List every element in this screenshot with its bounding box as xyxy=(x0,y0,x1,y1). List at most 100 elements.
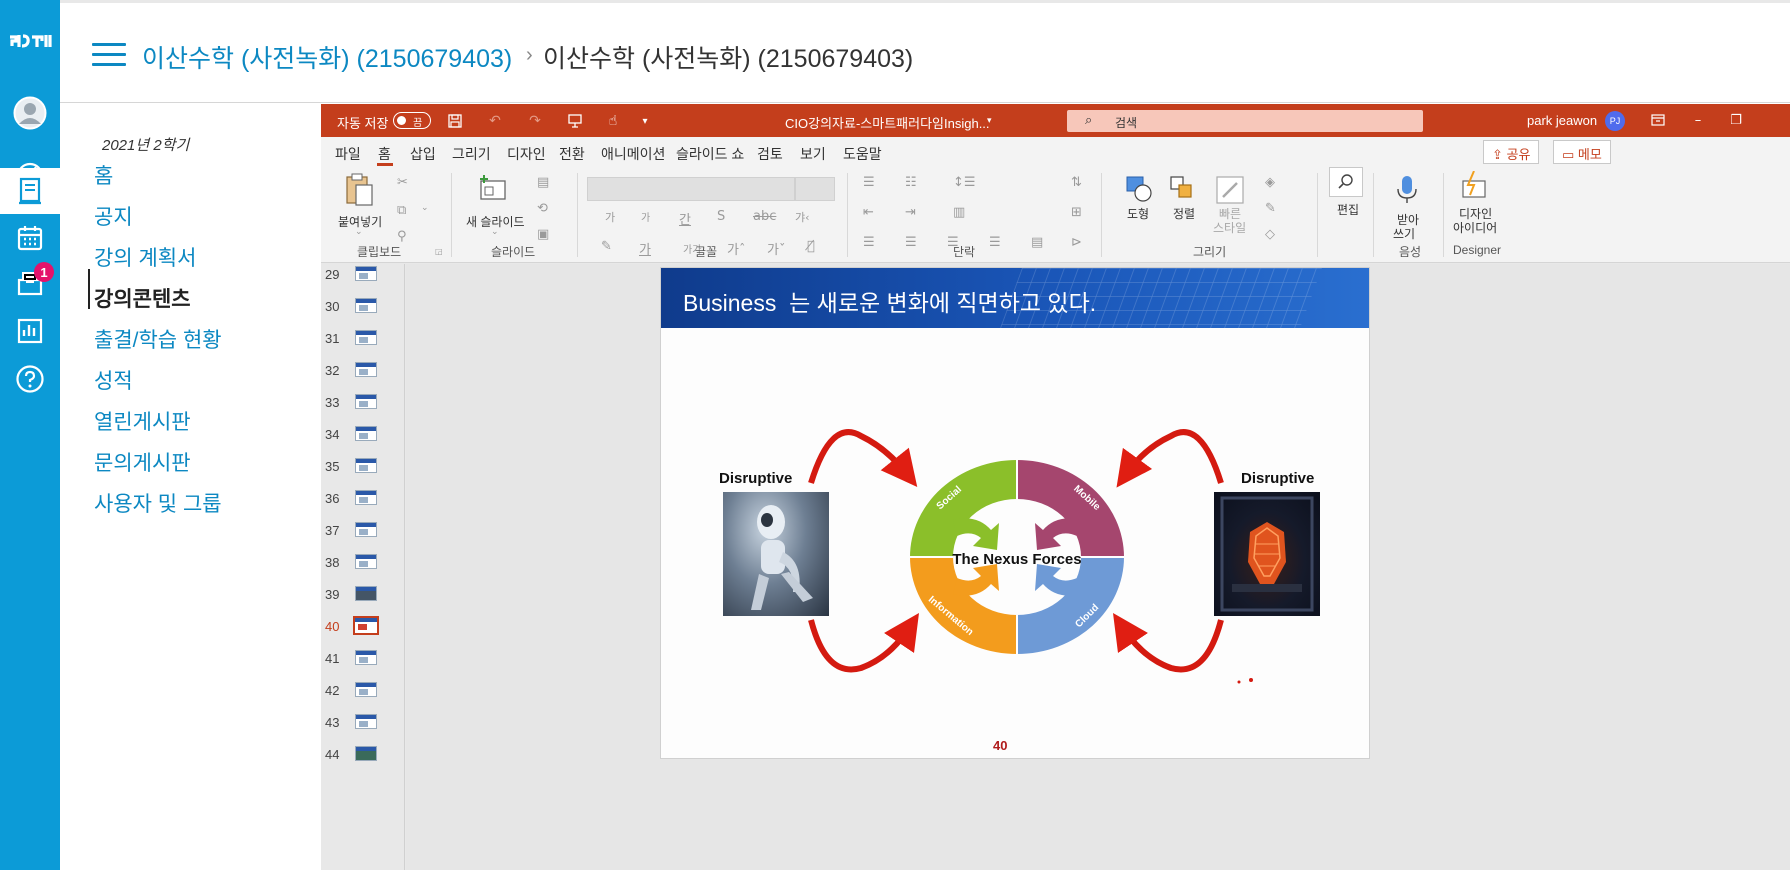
undo-icon[interactable]: ↶ xyxy=(485,111,505,131)
thumbnail-row-current[interactable]: 40 xyxy=(321,616,405,648)
decrease-indent-icon[interactable]: ⇤ xyxy=(863,205,874,220)
tab-draw[interactable]: 그리기 xyxy=(452,144,491,164)
shape-outline-icon[interactable]: ✎ xyxy=(1265,201,1276,216)
designer-button[interactable] xyxy=(1459,170,1489,208)
help-button[interactable] xyxy=(0,354,60,404)
paste-button[interactable] xyxy=(345,173,375,212)
new-slide-button[interactable] xyxy=(477,175,509,208)
restore-icon[interactable]: ❐ xyxy=(1725,109,1747,131)
paste-dropdown-icon[interactable]: ⌄ xyxy=(355,227,363,237)
inbox-button[interactable]: 1 xyxy=(0,258,60,308)
smartart-icon[interactable]: ⊳ xyxy=(1071,235,1082,250)
copy-dropdown-icon[interactable]: ⌄ xyxy=(421,203,429,213)
memo-button[interactable]: ▭ 메모 xyxy=(1553,140,1611,164)
present-icon[interactable] xyxy=(565,111,585,131)
align-center-icon[interactable]: ☰ xyxy=(905,235,917,250)
account-avatar-button[interactable] xyxy=(0,88,60,138)
current-slide[interactable]: Business 는 새로운 변화에 직면하고 있다. Disruptive D… xyxy=(660,267,1370,759)
thumbnail-row[interactable]: 43 xyxy=(321,712,405,744)
highlight-icon[interactable]: ✎ xyxy=(601,239,612,254)
touch-mode-icon[interactable]: ☝ xyxy=(603,111,623,131)
numbering-icon[interactable]: ☷ xyxy=(905,175,917,190)
new-slide-dropdown-icon[interactable]: ⌄ xyxy=(491,227,499,237)
thumbnail-row[interactable]: 35 xyxy=(321,456,405,488)
increase-indent-icon[interactable]: ⇥ xyxy=(905,205,916,220)
tab-design[interactable]: 디자인 xyxy=(507,144,546,164)
thumbnail-row[interactable]: 44 xyxy=(321,744,405,776)
nav-grades[interactable]: 성적 xyxy=(94,365,133,395)
thumbnail-row[interactable]: 30 xyxy=(321,296,405,328)
dictate-button[interactable] xyxy=(1395,175,1419,210)
minimize-icon[interactable]: – xyxy=(1687,109,1709,131)
nav-home[interactable]: 홈 xyxy=(94,160,113,190)
redo-icon[interactable]: ↷ xyxy=(525,111,545,131)
thumbnail-row[interactable]: 42 xyxy=(321,680,405,712)
shape-fill-icon[interactable]: ◈ xyxy=(1265,175,1275,190)
thumbnail-row[interactable]: 41 xyxy=(321,648,405,680)
tab-transitions[interactable]: 전환 xyxy=(559,144,585,164)
clipboard-launcher-icon[interactable]: ◲ xyxy=(435,247,443,256)
autosave-toggle[interactable]: 끔 xyxy=(393,112,431,129)
underline-icon[interactable]: 간 xyxy=(679,209,691,228)
text-direction-icon[interactable]: ⇅ xyxy=(1071,175,1082,190)
font-name-box[interactable] xyxy=(587,177,795,201)
align-left-icon[interactable]: ☰ xyxy=(863,235,875,250)
shrink-font-icon[interactable]: 가ˇ xyxy=(767,239,785,258)
courses-button[interactable] xyxy=(0,168,60,214)
nav-announcements[interactable]: 공지 xyxy=(94,201,133,231)
cut-icon[interactable]: ✂ xyxy=(397,175,408,190)
editing-button[interactable] xyxy=(1329,167,1363,197)
nav-course-content[interactable]: 강의콘텐츠 xyxy=(94,283,191,313)
increase-font-icon[interactable]: 가 xyxy=(605,209,615,225)
shape-effects-icon[interactable]: ◇ xyxy=(1265,227,1275,242)
tab-slideshow[interactable]: 슬라이드 쇼 xyxy=(676,144,744,164)
font-size-box[interactable] xyxy=(795,177,835,201)
align-text-icon[interactable]: ⊞ xyxy=(1071,205,1082,220)
tab-home[interactable]: 홈 xyxy=(378,144,391,164)
thumbnail-row[interactable]: 31 xyxy=(321,328,405,360)
justify-icon[interactable]: ☰ xyxy=(989,235,1001,250)
title-dropdown-icon[interactable]: ▾ xyxy=(987,115,992,126)
copy-icon[interactable]: ⧉ xyxy=(397,203,406,218)
save-icon[interactable] xyxy=(445,111,465,131)
share-button[interactable]: ⇪ 공유 xyxy=(1483,140,1540,164)
thumbnail-row[interactable]: 38 xyxy=(321,552,405,584)
distribute-icon[interactable]: ▤ xyxy=(1031,235,1043,250)
thumbnail-row[interactable]: 34 xyxy=(321,424,405,456)
document-title[interactable]: CIO강의자료-스마트패러다임Insigh... xyxy=(785,113,990,132)
shadow-icon[interactable]: S xyxy=(717,209,725,224)
nav-syllabus[interactable]: 강의 계획서 xyxy=(94,242,196,272)
thumbnail-row[interactable]: 37 xyxy=(321,520,405,552)
font-color-icon[interactable]: 가 xyxy=(639,239,651,258)
bullets-icon[interactable]: ☰ xyxy=(863,175,875,190)
shapes-button[interactable] xyxy=(1125,175,1153,208)
arrange-button[interactable] xyxy=(1169,175,1197,208)
decrease-font-icon[interactable]: 가 xyxy=(641,209,650,224)
tab-review[interactable]: 검토 xyxy=(757,144,783,164)
thumbnail-row[interactable]: 39 xyxy=(321,584,405,616)
search-box[interactable]: ⌕ 검색 xyxy=(1067,110,1423,132)
reset-icon[interactable]: ⟲ xyxy=(537,201,548,216)
nav-attendance[interactable]: 출결/학습 현황 xyxy=(94,324,222,354)
user-avatar[interactable]: PJ xyxy=(1605,111,1625,131)
menu-toggle-icon[interactable] xyxy=(92,43,126,67)
thumbnail-row[interactable]: 32 xyxy=(321,360,405,392)
strikethrough-icon[interactable]: abc xyxy=(753,209,776,224)
breadcrumb-course-link[interactable]: 이산수학 (사전녹화) (2150679403) xyxy=(142,39,512,75)
thumbnail-row[interactable]: 29 xyxy=(321,264,405,296)
thumbnail-row[interactable]: 36 xyxy=(321,488,405,520)
layout-icon[interactable]: ▤ xyxy=(537,175,549,190)
char-spacing-icon[interactable]: 갸‹ xyxy=(795,209,810,225)
section-icon[interactable]: ▣ xyxy=(537,227,549,242)
tab-file[interactable]: 파일 xyxy=(335,144,361,164)
customize-qat-icon[interactable]: ▾ xyxy=(635,111,655,131)
tab-insert[interactable]: 삽입 xyxy=(410,144,436,164)
grow-font-icon[interactable]: 가ˆ xyxy=(727,239,745,258)
history-button[interactable] xyxy=(0,306,60,356)
line-spacing-icon[interactable]: ↕☰ xyxy=(953,175,976,190)
nav-qna-board[interactable]: 문의게시판 xyxy=(94,447,191,477)
clear-format-icon[interactable]: 가̸ xyxy=(807,239,815,254)
school-logo[interactable] xyxy=(4,30,56,58)
columns-icon[interactable]: ▥ xyxy=(953,205,965,220)
tab-help[interactable]: 도움말 xyxy=(843,144,882,164)
